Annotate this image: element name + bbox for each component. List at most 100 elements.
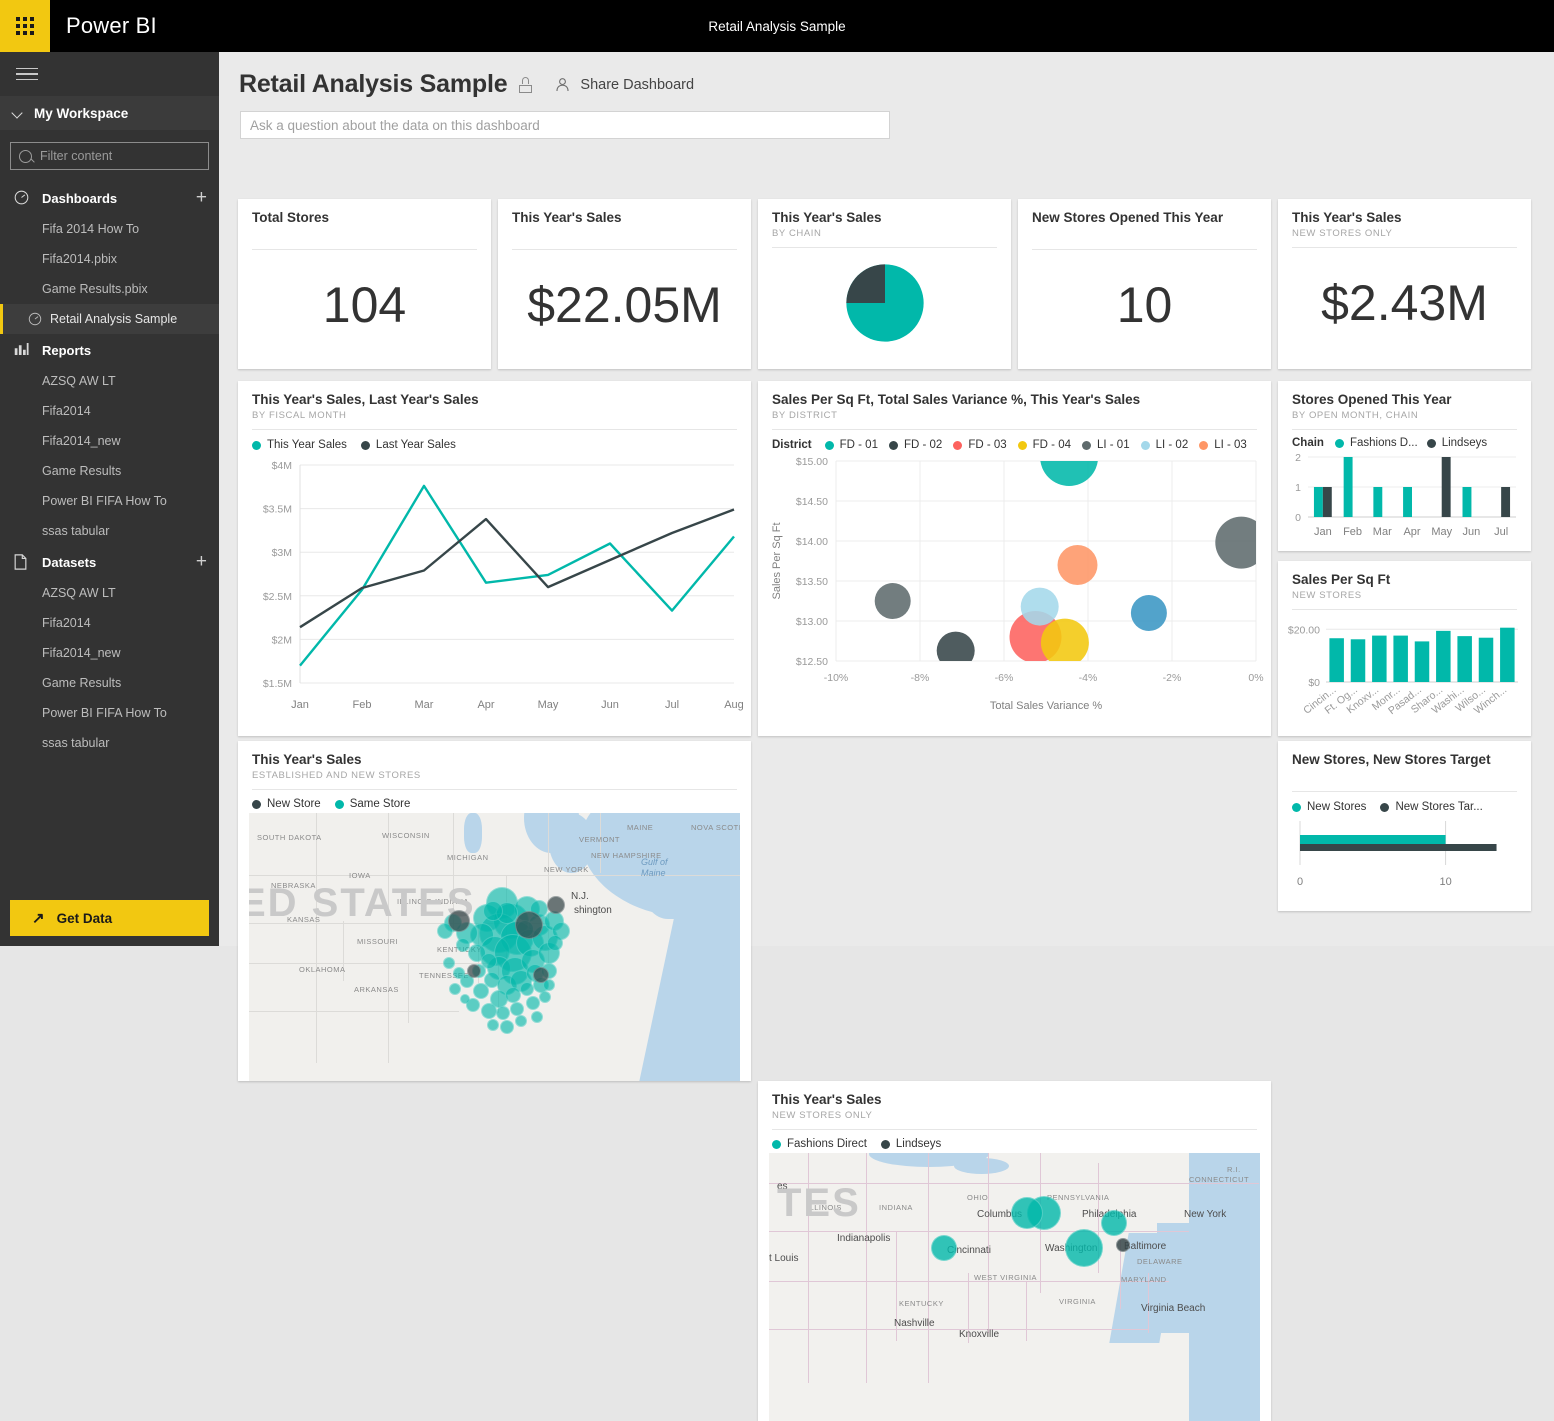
map-bubble: [443, 957, 455, 969]
filter-content-input[interactable]: Filter content: [10, 142, 209, 170]
map-watermark: TES: [777, 1181, 861, 1226]
legend-item[interactable]: LI - 03: [1199, 439, 1247, 451]
sidebar-item-game-results[interactable]: Game Results: [0, 456, 219, 486]
sidebar-item-label: Game Results: [42, 464, 121, 478]
sidebar-item-game-results-pbix[interactable]: Game Results.pbix: [0, 274, 219, 304]
sidebar-item-azsq-aw-lt[interactable]: AZSQ AW LT: [0, 366, 219, 396]
share-dashboard-button[interactable]: Share Dashboard: [554, 77, 694, 93]
sidebar-item-label: Fifa2014_new: [42, 646, 121, 660]
dataset-icon: [14, 554, 30, 570]
sidebar-item-power-bi-fifa-how-to[interactable]: Power BI FIFA How To: [0, 486, 219, 516]
tile-title: Sales Per Sq Ft: [1292, 572, 1517, 588]
legend-item[interactable]: New Stores Tar...: [1380, 801, 1482, 813]
legend-item[interactable]: New Store: [252, 798, 321, 810]
legend-item[interactable]: Fashions D...: [1335, 437, 1418, 449]
tile-map-new-stores[interactable]: This Year's Sales NEW STORES ONLY Fashio…: [758, 1081, 1271, 1421]
legend-item[interactable]: Last Year Sales: [361, 439, 456, 451]
tile-total-stores[interactable]: Total Stores 104: [238, 199, 491, 369]
sidebar-item-fifa2014[interactable]: Fifa2014: [0, 396, 219, 426]
y-axis-tick: $20.00: [1288, 624, 1320, 636]
x-axis-tick: Mar: [1373, 526, 1392, 538]
x-axis-tick: 0: [1297, 876, 1303, 888]
qna-search-input[interactable]: Ask a question about the data on this da…: [240, 111, 890, 139]
bar: [1479, 638, 1494, 682]
sidebar-item-fifa2014-new[interactable]: Fifa2014_new: [0, 426, 219, 456]
sidebar-item-fifa2014[interactable]: Fifa2014: [0, 608, 219, 638]
legend-color-dot: [953, 441, 962, 450]
tile-stores-opened[interactable]: Stores Opened This Year BY OPEN MONTH, C…: [1278, 381, 1531, 551]
legend-item[interactable]: Lindseys: [1427, 437, 1487, 449]
tile-subtitle: BY CHAIN: [772, 228, 997, 239]
add-dashboards-button[interactable]: +: [196, 190, 207, 206]
map-bubble: [500, 1020, 514, 1034]
chart-legend[interactable]: Fashions Direct Lindseys: [758, 1130, 1271, 1150]
sidebar-item-game-results[interactable]: Game Results: [0, 668, 219, 698]
kpi-value: $2.43M: [1278, 248, 1531, 358]
map-bubble: [487, 1019, 499, 1031]
map-bubble: [515, 1015, 527, 1027]
legend-item[interactable]: Same Store: [335, 798, 411, 810]
legend-title: Chain: [1292, 437, 1324, 449]
sidebar-item-power-bi-fifa-how-to[interactable]: Power BI FIFA How To: [0, 698, 219, 728]
legend-item[interactable]: FD - 02: [889, 439, 942, 451]
legend-item[interactable]: FD - 01: [825, 439, 878, 451]
sidebar-item-fifa2014-pbix[interactable]: Fifa2014.pbix: [0, 244, 219, 274]
share-dashboard-label: Share Dashboard: [580, 77, 694, 93]
chart-legend[interactable]: New Store Same Store: [238, 790, 751, 810]
sidebar-item-label: Power BI FIFA How To: [42, 494, 167, 508]
hamburger-icon[interactable]: [0, 52, 219, 96]
tile-title: This Year's Sales: [772, 1092, 1257, 1108]
bar-chart-svg: $20.00$0Cincin...Ft. Og...Knoxv...Monr..…: [1278, 610, 1531, 723]
sidebar-item-fifa2014-new[interactable]: Fifa2014_new: [0, 638, 219, 668]
tile-new-stores-opened[interactable]: New Stores Opened This Year 10: [1018, 199, 1271, 369]
sidebar-section-dashboards[interactable]: Dashboards+: [0, 182, 219, 214]
legend-item[interactable]: New Stores: [1292, 801, 1366, 813]
sidebar-item-label: ssas tabular: [42, 736, 109, 750]
app-launcher-icon[interactable]: [0, 0, 50, 52]
scatter-bubble: [875, 583, 911, 619]
chart-legend[interactable]: Chain Fashions D... Lindseys: [1278, 430, 1531, 449]
x-axis-tick: Jul: [665, 699, 679, 711]
powerbi-brand[interactable]: Power BI: [66, 13, 157, 39]
add-datasets-button[interactable]: +: [196, 554, 207, 570]
legend-item[interactable]: FD - 03: [953, 439, 1006, 451]
map-bubble: [453, 967, 465, 979]
tile-sales-by-chain[interactable]: This Year's Sales BY CHAIN: [758, 199, 1011, 369]
sidebar-item-retail-analysis-sample[interactable]: Retail Analysis Sample: [0, 304, 219, 334]
legend-label: Lindseys: [1442, 437, 1487, 449]
legend-label: LI - 03: [1214, 439, 1247, 451]
legend-item[interactable]: LI - 02: [1141, 439, 1189, 451]
map-bubble: [481, 1003, 497, 1019]
tile-sales-new-stores[interactable]: This Year's Sales NEW STORES ONLY $2.43M: [1278, 199, 1531, 369]
get-data-button[interactable]: ↗ Get Data: [10, 900, 209, 936]
tile-sales-per-sqft-new[interactable]: Sales Per Sq Ft NEW STORES $20.00$0Cinci…: [1278, 561, 1531, 736]
sidebar-item-ssas-tabular[interactable]: ssas tabular: [0, 516, 219, 546]
bar: [1351, 639, 1366, 682]
chart-legend[interactable]: This Year Sales Last Year Sales: [238, 430, 751, 451]
legend-item[interactable]: FD - 04: [1018, 439, 1071, 451]
map-canvas[interactable]: SOUTH DAKOTAWISCONSINMICHIGANMAINENOVA S…: [249, 813, 740, 1081]
tile-sales-per-sqft-district[interactable]: Sales Per Sq Ft, Total Sales Variance %,…: [758, 381, 1271, 736]
sidebar-section-datasets[interactable]: Datasets+: [0, 546, 219, 578]
sidebar-section-reports[interactable]: Reports: [0, 334, 219, 366]
map-bubble: [547, 896, 565, 914]
tile-title: Total Stores: [252, 210, 477, 226]
sidebar-item-fifa-2014-how-to[interactable]: Fifa 2014 How To: [0, 214, 219, 244]
tile-title: This Year's Sales: [1292, 210, 1517, 226]
chart-legend[interactable]: New Stores New Stores Tar...: [1278, 792, 1531, 813]
legend-item[interactable]: This Year Sales: [252, 439, 347, 451]
tile-sales-by-fiscal-month[interactable]: This Year's Sales, Last Year's Sales BY …: [238, 381, 751, 736]
legend-label: Last Year Sales: [376, 439, 456, 451]
legend-item[interactable]: Lindseys: [881, 1138, 941, 1150]
chart-legend[interactable]: DistrictFD - 01FD - 02FD - 03FD - 04LI -…: [758, 430, 1271, 451]
tile-map-established-new[interactable]: This Year's Sales ESTABLISHED AND NEW ST…: [238, 741, 751, 1081]
tile-new-stores-target[interactable]: New Stores, New Stores Target New Stores…: [1278, 741, 1531, 911]
map-canvas[interactable]: ILLINOISINDIANAOHIOPENNSYLVANIAWEST VIRG…: [769, 1153, 1260, 1421]
sidebar-item-ssas-tabular[interactable]: ssas tabular: [0, 728, 219, 758]
legend-item[interactable]: LI - 01: [1082, 439, 1130, 451]
workspace-selector[interactable]: My Workspace: [0, 96, 219, 130]
sidebar-item-azsq-aw-lt[interactable]: AZSQ AW LT: [0, 578, 219, 608]
tile-this-years-sales[interactable]: This Year's Sales $22.05M: [498, 199, 751, 369]
state-label: ARKANSAS: [354, 985, 399, 994]
legend-item[interactable]: Fashions Direct: [772, 1138, 867, 1150]
